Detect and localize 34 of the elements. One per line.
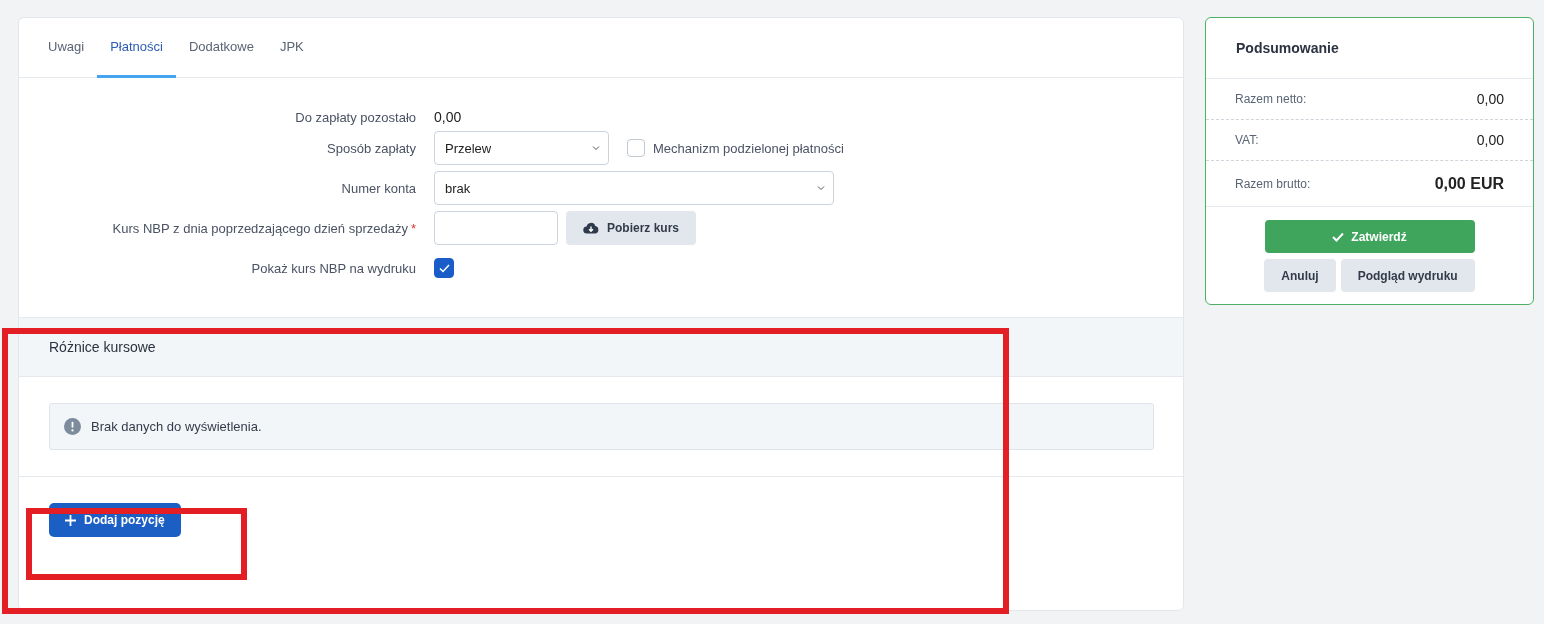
amount-value: 0,00 [434,109,463,125]
chevron-down-icon [592,145,600,151]
fetch-rate-button[interactable]: Pobierz kurs [566,211,697,245]
field-label: Sposób zapłaty [327,140,416,156]
print-preview-button[interactable]: Podgląd wydruku [1340,259,1475,292]
empty-message: Brak danych do wyświetlenia. [91,419,262,434]
summary-value: 0,00 EUR [1434,174,1504,193]
payment-method-select[interactable]: Przelew [434,131,609,165]
summary-value: 0,00 [1476,132,1504,148]
chevron-down-icon [817,185,825,191]
summary-label: Razem brutto: [1235,176,1311,191]
summary-label: VAT: [1235,133,1259,147]
cancel-button[interactable]: Anuluj [1264,259,1336,292]
checkmark-icon [438,263,450,273]
tab[interactable]: Dodatkowe [175,18,267,78]
info-icon [64,418,81,435]
tab[interactable]: JPK [266,18,317,78]
summary-value: 0,00 [1476,91,1504,107]
section-header: Różnice kursowe [19,317,1183,377]
cloud-download-icon [583,222,599,234]
summary-title: Podsumowanie [1206,18,1533,79]
checkmark-icon [1332,231,1345,242]
plus-icon [65,514,76,526]
tab[interactable]: Uwagi [35,18,98,78]
summary-label: Razem netto: [1235,92,1307,106]
field-label: Kurs NBP z dnia poprzedzającego dzień sprzedaży * [112,220,416,236]
account-select[interactable]: brak [434,171,834,205]
rate-input[interactable] [434,211,558,245]
checkbox[interactable] [434,258,454,278]
tab[interactable]: Płatności [97,18,176,78]
field-label: Do zapłaty pozostało [295,109,416,125]
field-label: Pokaż kurs NBP na wydruku [251,260,416,276]
field-label: Numer konta [341,180,416,196]
checkbox-label: Mechanizm podzielonej płatności [653,140,844,156]
